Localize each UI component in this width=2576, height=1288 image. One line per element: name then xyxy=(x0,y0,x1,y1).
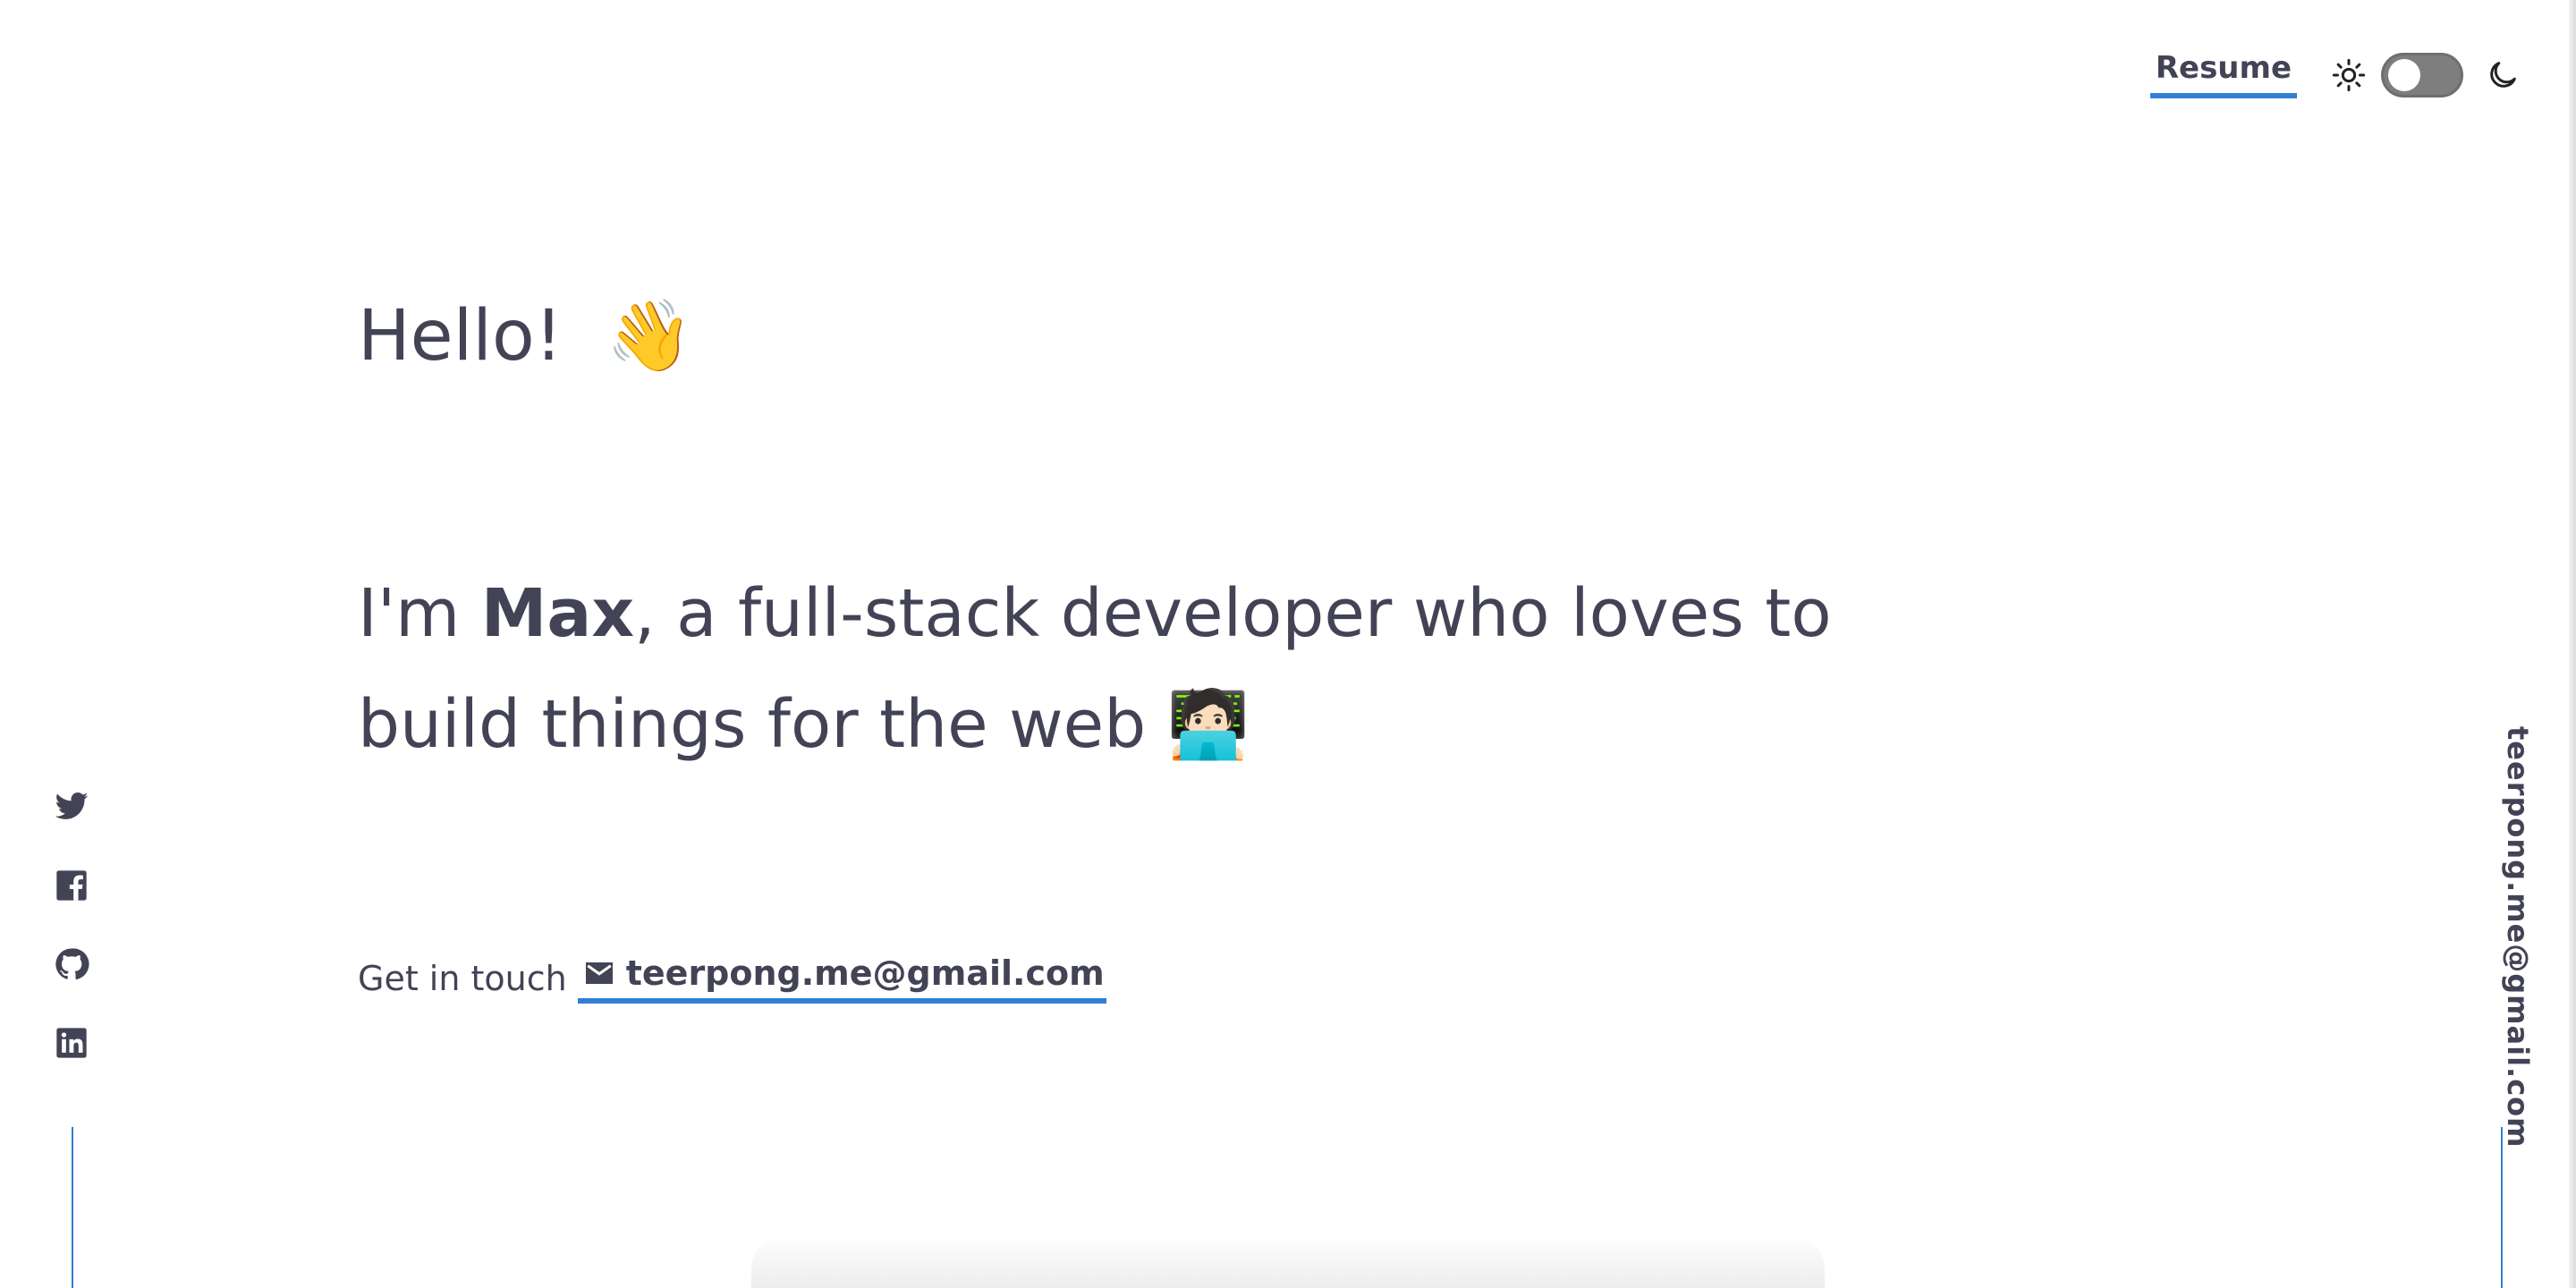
resume-link[interactable]: Resume xyxy=(2149,51,2297,98)
github-icon xyxy=(55,948,89,980)
contact-label: Get in touch xyxy=(358,959,567,998)
twitter-icon xyxy=(55,792,89,819)
social-sidebar xyxy=(52,787,91,1102)
page-scroll-edge xyxy=(2569,0,2576,1288)
toggle-knob xyxy=(2388,59,2420,91)
intro-name: Max xyxy=(480,574,635,652)
next-section-shadow xyxy=(751,1234,1825,1288)
theme-toggle[interactable] xyxy=(2381,53,2463,97)
linkedin-link[interactable] xyxy=(52,1023,91,1063)
header: Resume xyxy=(2149,50,2521,100)
facebook-link[interactable] xyxy=(52,866,91,905)
wave-emoji: 👋 xyxy=(606,296,693,377)
right-divider-line xyxy=(2501,1127,2503,1288)
linkedin-icon xyxy=(56,1028,87,1058)
developer-emoji: 🧑🏻‍💻 xyxy=(1166,685,1250,763)
side-email-link[interactable]: teerpong.me@gmail.com xyxy=(2501,726,2535,1148)
intro-text: I'm Max, a full-stack developer who love… xyxy=(358,558,1878,780)
github-link[interactable] xyxy=(52,945,91,984)
left-divider-line xyxy=(72,1127,73,1288)
facebook-icon xyxy=(56,870,87,901)
greeting-heading: Hello! 👋 xyxy=(358,295,1878,379)
twitter-link[interactable] xyxy=(52,787,91,826)
email-link[interactable]: teerpong.me@gmail.com xyxy=(577,953,1106,1004)
moon-icon xyxy=(2490,62,2516,88)
email-text: teerpong.me@gmail.com xyxy=(625,953,1105,993)
greeting-text: Hello! xyxy=(358,296,563,377)
contact-row: Get in touch teerpong.me@gmail.com xyxy=(358,953,1106,1004)
sun-icon xyxy=(2332,58,2366,92)
hero-section: Hello! 👋 I'm Max, a full-stack developer… xyxy=(358,295,1878,780)
intro-prefix: I'm xyxy=(358,574,481,652)
mail-icon xyxy=(585,962,613,984)
